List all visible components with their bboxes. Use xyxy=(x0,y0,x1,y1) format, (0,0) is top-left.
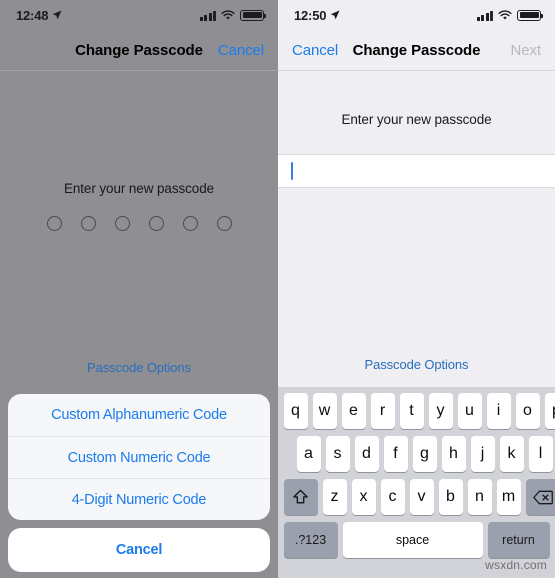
passcode-input[interactable] xyxy=(278,155,555,187)
passcode-dot xyxy=(114,216,130,231)
navigation-bar: Change Passcode Cancel xyxy=(0,30,278,70)
keyboard-row-3: z x c v b n m xyxy=(278,479,555,515)
passcode-prompt: Enter your new passcode xyxy=(341,112,492,127)
passcode-dots xyxy=(0,216,278,231)
shift-icon xyxy=(293,489,308,504)
action-sheet-cancel-group: Cancel xyxy=(8,528,270,572)
status-bar: 12:50 xyxy=(278,0,555,30)
passcode-dot xyxy=(216,216,232,231)
passcode-options-link[interactable]: Passcode Options xyxy=(0,360,278,375)
action-sheet-item-numeric[interactable]: Custom Numeric Code xyxy=(8,436,270,478)
passcode-dot xyxy=(80,216,96,231)
return-key[interactable]: return xyxy=(487,522,550,558)
key-m[interactable]: m xyxy=(496,479,521,515)
key-u[interactable]: u xyxy=(457,393,482,429)
space-key[interactable]: space xyxy=(342,522,483,558)
key-p[interactable]: p xyxy=(544,393,555,429)
battery-icon xyxy=(240,9,266,21)
keyboard-row-2: a s d f g h j k l xyxy=(278,436,555,472)
key-x[interactable]: x xyxy=(351,479,376,515)
keyboard-row-1: q w e r t y u i o p xyxy=(278,393,555,429)
status-bar-indicators xyxy=(476,9,543,21)
key-s[interactable]: s xyxy=(325,436,350,472)
key-c[interactable]: c xyxy=(380,479,405,515)
cellular-signal-icon xyxy=(476,10,493,21)
passcode-prompt: Enter your new passcode xyxy=(63,181,215,196)
key-n[interactable]: n xyxy=(467,479,492,515)
action-sheet-options: Custom Alphanumeric Code Custom Numeric … xyxy=(8,394,270,520)
key-h[interactable]: h xyxy=(441,436,466,472)
shift-key[interactable] xyxy=(283,479,318,515)
navigation-bar: Cancel Change Passcode Next xyxy=(278,30,555,70)
key-y[interactable]: y xyxy=(428,393,453,429)
action-sheet: Custom Alphanumeric Code Custom Numeric … xyxy=(8,394,270,572)
field-bottom-divider xyxy=(278,187,555,188)
passcode-dot xyxy=(182,216,198,231)
cancel-button[interactable]: Cancel xyxy=(292,42,338,59)
status-bar-time: 12:48 xyxy=(16,7,49,23)
cancel-button[interactable]: Cancel xyxy=(218,42,264,59)
wifi-icon xyxy=(498,9,512,20)
key-z[interactable]: z xyxy=(322,479,347,515)
nav-divider xyxy=(0,70,278,71)
key-j[interactable]: j xyxy=(470,436,495,472)
onscreen-keyboard: q w e r t y u i o p a s d f g h j k l xyxy=(278,387,555,578)
passcode-field-wrap xyxy=(278,154,555,188)
status-bar-time: 12:50 xyxy=(294,7,327,23)
key-f[interactable]: f xyxy=(383,436,408,472)
right-screen: 12:50 Cancel Change Passcode Next Enter … xyxy=(278,0,555,578)
action-sheet-item-4digit[interactable]: 4-Digit Numeric Code xyxy=(8,478,270,520)
key-r[interactable]: r xyxy=(370,393,395,429)
key-l[interactable]: l xyxy=(528,436,553,472)
passcode-dot xyxy=(148,216,164,231)
backspace-icon xyxy=(532,490,553,504)
action-sheet-item-alphanumeric[interactable]: Custom Alphanumeric Code xyxy=(8,394,270,436)
location-arrow-icon xyxy=(330,10,340,20)
passcode-dot xyxy=(46,216,62,231)
key-b[interactable]: b xyxy=(438,479,463,515)
cellular-signal-icon xyxy=(199,10,216,21)
key-i[interactable]: i xyxy=(486,393,511,429)
battery-icon xyxy=(517,9,543,21)
key-e[interactable]: e xyxy=(341,393,366,429)
dual-screenshot-root: 12:48 Change Passcode Cancel Enter your … xyxy=(0,0,555,578)
status-bar-time-group: 12:50 xyxy=(294,8,340,23)
key-a[interactable]: a xyxy=(296,436,321,472)
numbers-key[interactable]: .?123 xyxy=(283,522,338,558)
status-bar: 12:48 xyxy=(0,0,278,30)
key-o[interactable]: o xyxy=(515,393,540,429)
status-bar-time-group: 12:48 xyxy=(16,8,62,23)
left-screen: 12:48 Change Passcode Cancel Enter your … xyxy=(0,0,278,578)
watermark: wsxdn.com xyxy=(485,558,547,572)
key-w[interactable]: w xyxy=(312,393,337,429)
keyboard-row-4: .?123 space return xyxy=(278,522,555,558)
nav-divider xyxy=(278,70,555,71)
key-k[interactable]: k xyxy=(499,436,524,472)
text-caret xyxy=(291,162,293,180)
next-button[interactable]: Next xyxy=(511,42,542,59)
key-d[interactable]: d xyxy=(354,436,379,472)
passcode-options-link[interactable]: Passcode Options xyxy=(278,357,555,372)
status-bar-indicators xyxy=(199,9,266,21)
location-arrow-icon xyxy=(52,10,62,20)
key-g[interactable]: g xyxy=(412,436,437,472)
wifi-icon xyxy=(221,9,235,20)
backspace-key[interactable] xyxy=(525,479,555,515)
key-q[interactable]: q xyxy=(283,393,308,429)
action-sheet-cancel-button[interactable]: Cancel xyxy=(8,528,270,572)
key-v[interactable]: v xyxy=(409,479,434,515)
key-t[interactable]: t xyxy=(399,393,424,429)
